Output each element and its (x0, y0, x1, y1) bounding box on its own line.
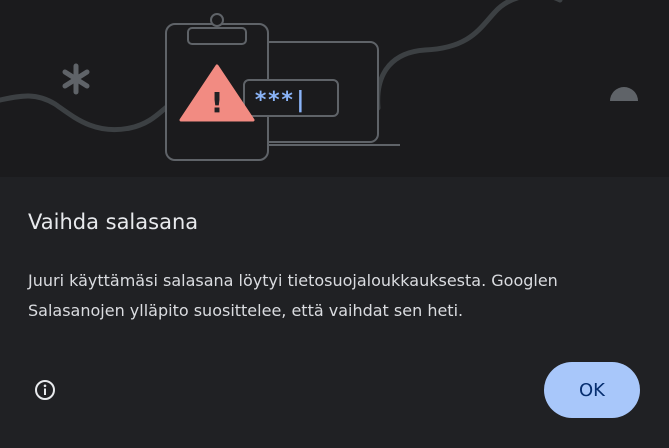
breach-illustration: ***| ! (0, 0, 669, 177)
asterisk-icon (62, 63, 90, 95)
info-icon (35, 380, 55, 400)
password-mask-text: ***| (254, 88, 307, 113)
dialog-message: Juuri käyttämäsi salasana löytyi tietosu… (28, 271, 558, 320)
illustration-graphic: ***| ! (0, 0, 638, 161)
decorative-curve-right (375, 0, 563, 111)
decorative-curve-left (0, 93, 171, 133)
ok-button[interactable]: OK (544, 362, 640, 418)
info-button[interactable] (30, 375, 60, 405)
password-field-graphic: ***| (243, 79, 339, 117)
decorative-half-circle (610, 87, 638, 101)
password-breach-dialog: ***| ! Vaihda salasana Juuri käyttämäsi … (0, 0, 669, 448)
warning-symbol: ! (211, 86, 224, 119)
dialog-title: Vaihda salasana (28, 210, 199, 234)
